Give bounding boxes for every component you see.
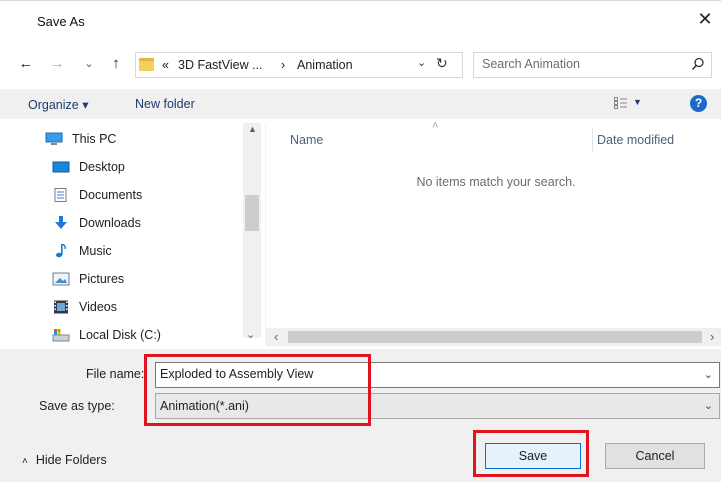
scroll-down-button[interactable]: ⌄ [246, 328, 255, 341]
breadcrumb-separator: › [281, 58, 286, 72]
desktop-icon [52, 161, 70, 173]
sidebar-item-label: Documents [79, 188, 143, 202]
documents-icon [54, 188, 67, 202]
title-bar: Save As ✕ [0, 1, 721, 41]
cancel-button[interactable]: Cancel [605, 443, 705, 469]
videos-icon [54, 300, 68, 314]
highlight-box-save [473, 430, 589, 477]
search-input[interactable] [482, 57, 672, 71]
save-as-type-dropdown-button[interactable]: ⌄ [704, 399, 713, 412]
command-toolbar: Organize ▾ New folder ▼ ? [0, 89, 721, 119]
help-icon[interactable]: ? [690, 95, 707, 112]
dialog-title: Save As [37, 14, 85, 29]
chevron-up-icon: ˄ [22, 456, 28, 467]
music-icon [56, 244, 66, 258]
scrollbar-thumb[interactable] [245, 195, 259, 231]
sidebar-item-label: Downloads [79, 216, 141, 230]
search-box[interactable] [473, 52, 712, 78]
sidebar-item-label: Videos [79, 300, 117, 314]
navigation-pane-scrollbar[interactable]: ▲ ⌄ [243, 123, 261, 341]
new-folder-button[interactable]: New folder [135, 97, 195, 111]
file-name-dropdown-button[interactable]: ⌄ [704, 368, 713, 381]
hide-folders-button[interactable]: ˄ Hide Folders [22, 453, 107, 467]
refresh-button[interactable]: ↻ [436, 55, 448, 72]
computer-icon [45, 132, 63, 145]
close-button[interactable]: ✕ [693, 7, 717, 31]
sidebar-item-label: Music [79, 244, 112, 258]
view-options-dropdown[interactable]: ▼ [633, 97, 642, 107]
breadcrumb-item-animation[interactable]: Animation [297, 58, 353, 72]
sidebar-item-label: Local Disk (C:) [79, 328, 161, 342]
sidebar-item-label: This PC [72, 132, 117, 146]
scroll-left-button[interactable]: ‹ [274, 329, 278, 344]
address-dropdown-button[interactable]: ⌄ [417, 56, 426, 69]
save-options-panel: File name: ⌄ Save as type: Animation(*.a… [0, 349, 721, 482]
folder-icon [139, 58, 154, 71]
empty-message: No items match your search. [416, 175, 576, 189]
downloads-icon [55, 216, 67, 229]
organize-menu[interactable]: Organize ▾ [28, 97, 88, 112]
column-header-name[interactable]: Name [290, 133, 323, 147]
save-as-type-label: Save as type: [39, 399, 115, 413]
recent-locations-button[interactable]: ⌄ [79, 53, 99, 75]
column-divider[interactable] [592, 127, 593, 153]
file-name-label: File name: [86, 367, 145, 381]
view-options-icon[interactable] [614, 97, 628, 109]
column-header-date-modified[interactable]: Date modified [597, 133, 674, 147]
navigation-bar: ← → ⌄ ↑ « 3D FastView ... › Animation ⌄ … [0, 49, 721, 81]
file-list-scrollbar[interactable]: ‹ › [266, 328, 721, 346]
up-folder-button[interactable]: ↑ [106, 53, 126, 75]
highlight-box-fields [144, 354, 371, 426]
scroll-right-button[interactable]: › [710, 329, 714, 344]
hide-folders-label: Hide Folders [35, 453, 107, 467]
breadcrumb-item-3d-fastview[interactable]: 3D FastView ... [178, 58, 263, 72]
forward-button[interactable]: → [47, 53, 67, 75]
address-bar[interactable]: « 3D FastView ... › Animation ⌄ ↻ [135, 52, 463, 78]
scrollbar-thumb[interactable] [288, 331, 702, 343]
navigation-pane: This PC Desktop Documents Downloads Musi… [0, 123, 265, 345]
pictures-icon [52, 272, 70, 286]
back-button[interactable]: ← [16, 53, 36, 75]
search-icon[interactable] [691, 57, 705, 71]
sidebar-item-label: Pictures [79, 272, 125, 286]
local-disk-icon [52, 329, 70, 342]
save-as-dialog: Save As ✕ ← → ⌄ ↑ « 3D FastView ... › An… [0, 0, 721, 482]
sort-indicator-icon: ˄ [432, 120, 439, 132]
sidebar-item-label: Desktop [79, 160, 125, 174]
scroll-up-button[interactable]: ▲ [248, 124, 257, 134]
file-list: Name ˄ Date modified No items match your… [265, 120, 721, 346]
breadcrumb-overflow[interactable]: « [162, 58, 169, 72]
